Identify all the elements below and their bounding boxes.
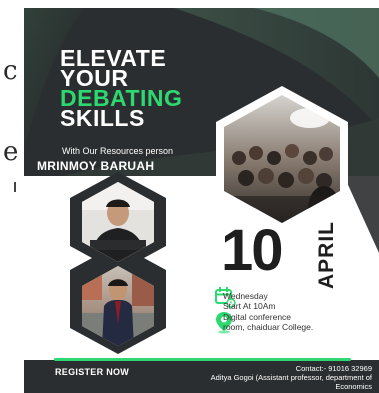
contact-department: Economics — [335, 382, 372, 391]
venue-line-1: Digital conference — [223, 312, 292, 322]
venue-text: Digital conference room, chaiduar Colleg… — [223, 312, 313, 332]
event-poster: ELEVATE YOUR DEBATING SKILLS With Our Re… — [24, 8, 379, 393]
edge-tick — [14, 182, 16, 192]
schedule-text: Wednesday Start At 10Am — [223, 291, 275, 311]
headline: ELEVATE YOUR DEBATING SKILLS — [60, 47, 182, 131]
edge-char-bottom: e — [3, 137, 19, 167]
speaker-name: MRINMOY BARUAH — [37, 159, 155, 173]
contact-info: Contact:- 91016 32969 Aditya Gogoi (Assi… — [176, 364, 372, 391]
left-edge-strip: c e — [0, 0, 22, 393]
subtitle: With Our Resources person — [62, 146, 174, 156]
contact-person: Aditya Gogoi (Assistant professor, depar… — [210, 373, 372, 382]
footer-accent-line — [54, 358, 351, 361]
register-now-button[interactable]: REGISTER NOW — [55, 367, 129, 377]
contact-phone: Contact:- 91016 32969 — [295, 364, 372, 373]
event-day: 10 — [221, 218, 283, 283]
schedule-time: Start At 10Am — [223, 301, 276, 311]
venue-line-2: room, chaiduar College. — [223, 322, 314, 332]
schedule-day: Wednesday — [223, 291, 268, 301]
headline-line-4: SKILLS — [60, 105, 145, 131]
event-month: APRIL — [315, 221, 338, 289]
edge-char-top: c — [3, 56, 18, 86]
